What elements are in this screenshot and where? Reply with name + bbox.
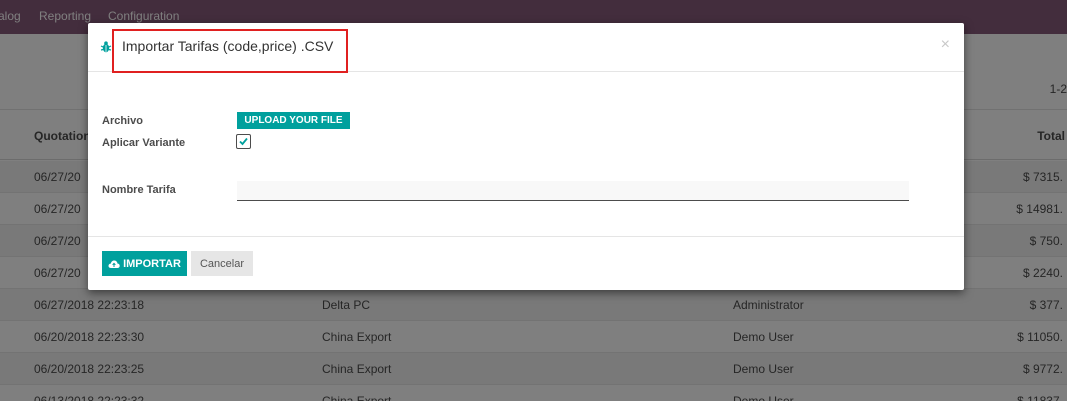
nombre-tarifa-label: Nombre Tarifa xyxy=(102,184,176,196)
close-icon[interactable]: × xyxy=(941,36,950,54)
aplicar-variante-checkbox[interactable] xyxy=(236,134,251,149)
title-highlight-box xyxy=(112,29,348,73)
importar-button-label: IMPORTAR xyxy=(123,257,181,270)
aplicar-variante-label: Aplicar Variante xyxy=(102,137,186,149)
checkmark-icon xyxy=(239,137,248,146)
nombre-tarifa-input[interactable] xyxy=(237,181,909,201)
importar-button[interactable]: IMPORTAR xyxy=(102,251,187,276)
bug-icon xyxy=(100,40,112,54)
dialog-header: Importar Tarifas (code,price) .CSV × xyxy=(88,23,964,73)
upload-file-button[interactable]: UPLOAD YOUR FILE xyxy=(237,112,350,129)
cancelar-button[interactable]: Cancelar xyxy=(191,251,253,276)
dialog-footer: IMPORTAR Cancelar xyxy=(88,236,964,290)
archivo-label: Archivo xyxy=(102,115,143,127)
import-tarifas-dialog: Importar Tarifas (code,price) .CSV × Arc… xyxy=(88,23,964,290)
cloud-upload-icon xyxy=(108,259,120,268)
